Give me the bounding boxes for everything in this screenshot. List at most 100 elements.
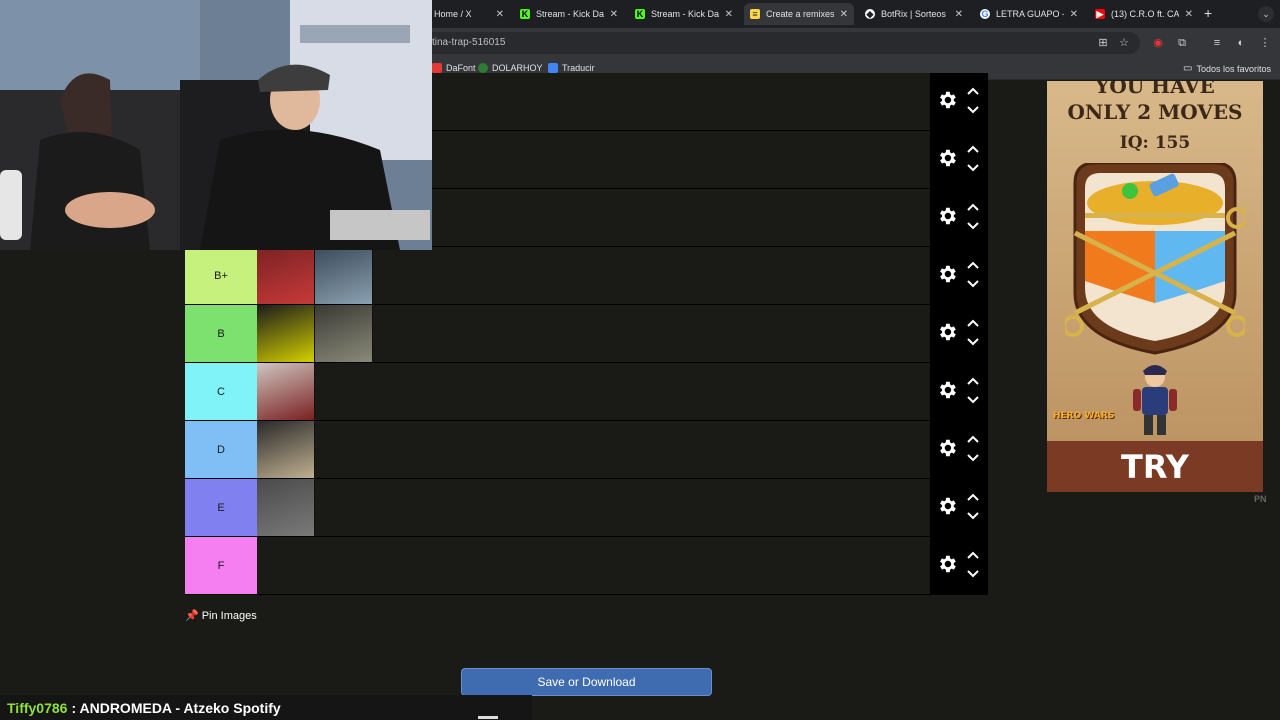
stream-cursor-bar [478,716,498,719]
tab-title: BotRix | Sorteos [881,9,946,19]
close-tab-icon[interactable]: ✕ [1185,9,1193,20]
chevron-up-icon[interactable] [966,144,980,154]
tab-title: Stream - Kick Da [536,9,604,19]
album-cover-image[interactable] [257,247,315,304]
chevron-down-icon[interactable] [966,105,980,115]
gear-icon[interactable] [936,89,958,111]
chevron-down-icon[interactable] [966,395,980,405]
tab-kick-stream-2[interactable]: K Stream - Kick Da ✕ [629,3,739,25]
chevron-up-icon[interactable] [966,550,980,560]
tier-row: D [185,421,988,479]
gear-icon[interactable] [936,321,958,343]
webcam-video-frame [0,0,432,250]
chevron-up-icon[interactable] [966,202,980,212]
ad-try-button[interactable]: TRY [1047,441,1263,492]
bookmark-traducir[interactable]: Traducir [548,63,595,73]
tier-controls [930,363,988,421]
bookmark-label: DaFont [446,63,476,73]
tier-controls [930,247,988,305]
close-tab-icon[interactable]: ✕ [725,9,733,20]
record-icon[interactable]: ◉ [1151,36,1165,50]
tier-label[interactable]: F [185,537,257,594]
chevron-up-icon[interactable] [966,86,980,96]
tier-items [257,363,315,420]
profile-icon[interactable]: ◐ [1234,36,1248,50]
menu-icon[interactable]: ⋮ [1258,36,1272,50]
close-tab-icon[interactable]: ✕ [496,9,504,20]
tier-label[interactable]: B+ [185,247,257,304]
tab-tiermaker[interactable]: ≡ Create a remixes ✕ [744,3,854,25]
tier-label[interactable]: E [185,479,257,536]
tier-items [257,247,373,304]
kick-icon: K [520,9,530,19]
bookmark-star-icon[interactable]: ☆ [1117,36,1131,50]
close-tab-icon[interactable]: ✕ [1070,9,1078,20]
tab-botrix[interactable]: ◆ BotRix | Sorteos ✕ [859,3,969,25]
tier-label[interactable]: C [185,363,257,420]
close-tab-icon[interactable]: ✕ [840,9,848,20]
tier-controls [930,73,988,131]
chevron-up-icon[interactable] [966,318,980,328]
all-bookmarks[interactable]: ▭ Todos los favoritos [1183,63,1271,74]
tier-row: F [185,537,988,595]
gear-icon[interactable] [936,263,958,285]
tier-controls [930,131,988,189]
gear-icon[interactable] [936,205,958,227]
dolarhoy-icon [478,63,488,73]
tier-row: B [185,305,988,363]
save-or-download-button[interactable]: Save or Download [461,668,712,696]
gear-icon[interactable] [936,553,958,575]
ad-brand-logo: HERO WARS [1053,411,1115,421]
chevron-up-icon[interactable] [966,376,980,386]
url-text[interactable]: tina-trap-516015 [432,37,505,48]
close-tab-icon[interactable]: ✕ [610,9,618,20]
chevron-up-icon[interactable] [966,434,980,444]
album-cover-image[interactable] [257,363,315,420]
chevron-down-icon[interactable] [966,337,980,347]
tab-letra-guapo[interactable]: G LETRA GUAPO - L ✕ [974,3,1084,25]
gear-icon[interactable] [936,495,958,517]
botrix-icon: ◆ [865,8,875,19]
album-cover-image[interactable] [315,247,373,304]
close-tab-icon[interactable]: ✕ [955,9,963,20]
tab-youtube[interactable]: ▶ (13) C.R.O ft. CA ✕ [1089,3,1199,25]
tier-controls [930,421,988,479]
chevron-down-icon[interactable] [966,279,980,289]
chevron-down-icon[interactable] [966,511,980,521]
tier-row: E [185,479,988,537]
album-cover-image[interactable] [257,421,315,478]
chevron-up-icon[interactable] [966,260,980,270]
chevron-down-icon[interactable] [966,569,980,579]
advertisement[interactable]: YOU HAVE ONLY 2 MOVES IQ: 155 HERO WARS … [1047,81,1263,492]
extensions-icon[interactable]: ⧉ [1175,36,1189,50]
chevron-down-icon[interactable] [966,221,980,231]
gear-icon[interactable] [936,147,958,169]
tab-search-icon[interactable]: ⌄ [1258,6,1274,22]
album-cover-image[interactable] [257,305,315,362]
pushpin-icon: 📌 [185,610,199,622]
chevron-down-icon[interactable] [966,453,980,463]
tier-items [257,421,315,478]
tier-row: B+ [185,247,988,305]
gear-icon[interactable] [936,437,958,459]
tab-home-x[interactable]: Home / X ✕ [428,3,510,25]
album-cover-image[interactable] [257,479,315,536]
pin-images-option[interactable]: 📌 Pin Images [185,609,257,623]
new-tab-button[interactable]: + [1204,5,1212,21]
bookmark-dafont[interactable]: DaFont [432,63,476,73]
tier-label[interactable]: D [185,421,257,478]
youtube-icon: ▶ [1095,8,1105,19]
chevron-up-icon[interactable] [966,492,980,502]
tier-controls [930,537,988,595]
tab-title: (13) C.R.O ft. CA [1111,9,1179,19]
tab-kick-stream-1[interactable]: K Stream - Kick Da ✕ [514,3,624,25]
bookmark-label: DOLARHOY [492,63,543,73]
album-cover-image[interactable] [315,305,373,362]
bookmark-dolarhoy[interactable]: DOLARHOY [478,63,543,73]
gear-icon[interactable] [936,379,958,401]
media-controls-icon[interactable]: ≡ [1210,36,1224,50]
translate-page-icon[interactable]: ⊞ [1096,36,1110,50]
folder-icon: ▭ [1183,63,1193,74]
chevron-down-icon[interactable] [966,163,980,173]
tier-label[interactable]: B [185,305,257,362]
